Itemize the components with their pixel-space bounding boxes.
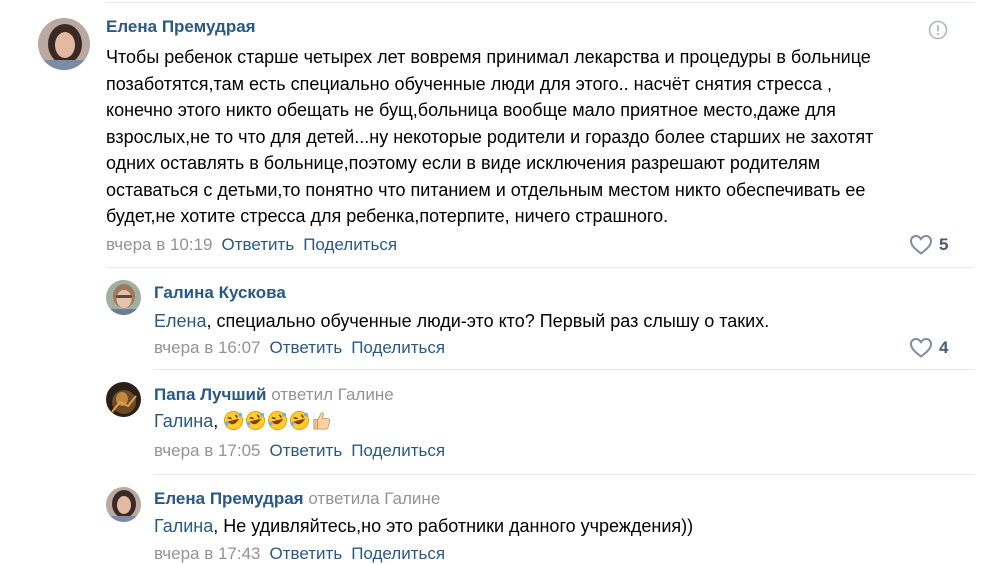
- comment-text-line: позаботятся,там есть специально обученны…: [106, 73, 833, 94]
- rofl-emoji: [246, 410, 266, 431]
- comment-meta: вчера в 16:07 Ответить Поделиться: [154, 338, 445, 358]
- avatar[interactable]: [38, 18, 90, 70]
- comment-text-line: одних оставлять в больнице,поэтому если …: [106, 153, 821, 173]
- comment-author[interactable]: Елена Премудрая: [106, 17, 256, 37]
- comment-author: Папа Лучший ответил Галине: [154, 385, 394, 405]
- share-button[interactable]: Поделиться: [351, 338, 445, 357]
- comment-text-line: конечно этого никто обещать не бущ,больн…: [106, 100, 836, 120]
- comment-text-line: Чтобы ребенок старше четырех лет вовремя…: [106, 47, 871, 67]
- comment-divider: [154, 474, 974, 475]
- reply-button[interactable]: Ответить: [270, 441, 343, 460]
- like-count: 5: [939, 234, 949, 254]
- replied-to-label[interactable]: ответила Галине: [308, 489, 440, 508]
- comment-text-line: оставаться с детьми,то понятно что питан…: [106, 179, 866, 200]
- replied-to-label[interactable]: ответил Галине: [271, 385, 394, 404]
- comment-divider: [154, 369, 974, 370]
- author-name[interactable]: Папа Лучший: [154, 385, 266, 404]
- heart-icon: [909, 234, 933, 255]
- avatar[interactable]: [106, 280, 141, 315]
- comment-time[interactable]: вчера в 16:07: [154, 338, 261, 357]
- comment-text: Галина,: [154, 408, 333, 435]
- comment-text-body: , специально обученные люди-это кто? Пер…: [206, 311, 770, 331]
- rofl-emoji: [268, 410, 288, 431]
- comment-text: Елена, специально обученные люди-это кто…: [154, 308, 769, 335]
- comment-time[interactable]: вчера в 17:05: [154, 441, 261, 460]
- reply-button[interactable]: Ответить: [270, 338, 343, 357]
- avatar[interactable]: [106, 487, 141, 522]
- comment-time[interactable]: вчера в 17:43: [154, 544, 261, 563]
- share-button[interactable]: Поделиться: [351, 544, 445, 563]
- reply-button[interactable]: Ответить: [222, 235, 295, 254]
- share-button[interactable]: Поделиться: [351, 441, 445, 460]
- report-icon[interactable]: [928, 20, 948, 40]
- avatar[interactable]: [106, 382, 141, 417]
- comment-author[interactable]: Галина Кускова: [154, 283, 286, 303]
- comment-text-body: , Не удивляйтесь,но это работники данног…: [213, 516, 694, 536]
- like-button[interactable]: 4: [909, 337, 948, 358]
- comment-text: Галина, Не удивляйтесь,но это работники …: [154, 513, 693, 540]
- comment-meta: вчера в 17:43 Ответить Поделиться: [154, 544, 445, 564]
- rofl-emoji: [290, 410, 310, 431]
- comment-text-body: ,: [213, 411, 219, 431]
- rofl-emoji: [224, 410, 244, 431]
- comment-text: Чтобы ребенок старше четырех лет вовремя…: [106, 44, 966, 230]
- heart-icon: [909, 337, 933, 358]
- like-count: 4: [939, 337, 949, 357]
- like-button[interactable]: 5: [909, 234, 948, 255]
- comment-divider: [106, 267, 974, 268]
- comment-meta: вчера в 10:19 Ответить Поделиться: [106, 235, 397, 255]
- mention-link[interactable]: Галина: [154, 516, 213, 536]
- comment-meta: вчера в 17:05 Ответить Поделиться: [154, 441, 445, 461]
- thumbs-up-emoji: [313, 412, 331, 430]
- comment-text-line: будет,не хотите стресса для ребенка,поте…: [106, 206, 669, 226]
- comment-time[interactable]: вчера в 10:19: [106, 235, 213, 254]
- top-divider: [106, 2, 974, 3]
- mention-link[interactable]: Галина: [154, 411, 213, 431]
- author-name[interactable]: Елена Премудрая: [154, 489, 304, 508]
- comment-author: Елена Премудрая ответила Галине: [154, 489, 440, 509]
- comment-text-line: взрослых,не то что для детей...ну некото…: [106, 126, 874, 147]
- reply-button[interactable]: Ответить: [270, 544, 343, 563]
- mention-link[interactable]: Елена: [154, 311, 206, 331]
- share-button[interactable]: Поделиться: [303, 235, 397, 254]
